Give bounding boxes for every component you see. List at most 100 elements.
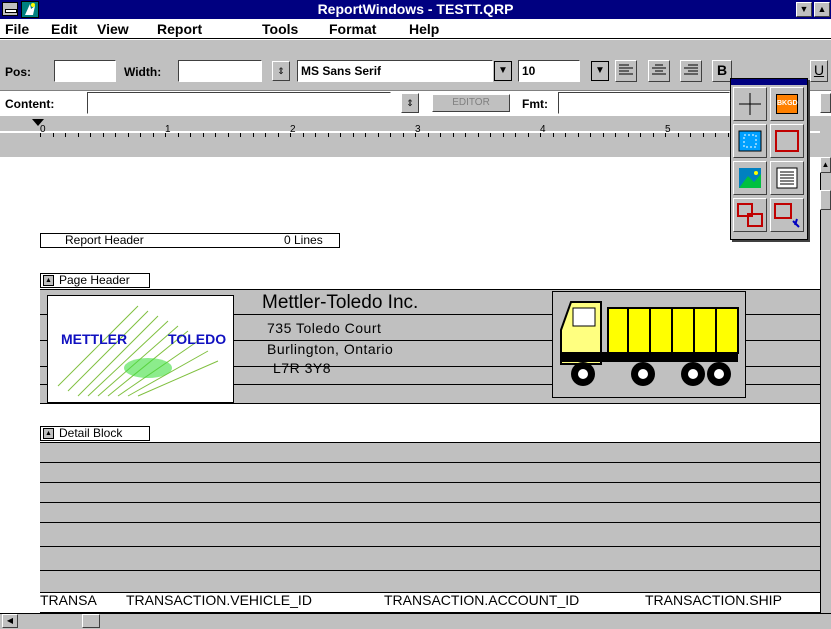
- pos-input[interactable]: [54, 60, 116, 82]
- band-line: [40, 482, 820, 483]
- field-account-id[interactable]: TRANSACTION.ACCOUNT_ID: [384, 592, 636, 611]
- ruler-tick: [703, 133, 704, 137]
- menu-format[interactable]: Format: [329, 19, 376, 39]
- ruler-tick: [240, 133, 241, 137]
- band-line: [40, 546, 820, 547]
- minimize-button[interactable]: ▼: [796, 2, 812, 17]
- palette-title-bar[interactable]: [731, 79, 807, 85]
- ruler-tick: [265, 133, 266, 137]
- ruler-tick: [428, 133, 429, 137]
- logo-text-right: TOLEDO: [168, 331, 227, 347]
- detail-block-tab[interactable]: ▲ Detail Block: [40, 426, 150, 441]
- width-spin-button[interactable]: ⇕: [272, 61, 290, 81]
- ruler-tick: [90, 133, 91, 137]
- field-icon: [738, 130, 762, 152]
- ruler-tick: [490, 133, 491, 137]
- logo-hatch-graphic: [57, 305, 219, 397]
- collapse-arrow-icon[interactable]: ▲: [43, 428, 54, 439]
- menu-help[interactable]: Help: [409, 19, 439, 39]
- hscroll-thumb[interactable]: [82, 614, 100, 628]
- align-left-button[interactable]: [615, 60, 637, 82]
- background-tool-button[interactable]: BKGD: [770, 87, 804, 121]
- ruler-tick: [515, 133, 516, 137]
- detail-band[interactable]: [40, 442, 820, 613]
- horizontal-scrollbar[interactable]: [0, 613, 831, 629]
- align-left-icon: [619, 64, 633, 75]
- report-header-band[interactable]: Report Header 0 Lines: [40, 233, 340, 248]
- font-name-select[interactable]: MS Sans Serif: [297, 60, 493, 82]
- box-icon: [775, 130, 799, 152]
- pos-label: Pos:: [5, 65, 32, 79]
- ruler-tick: [153, 133, 154, 137]
- ruler-tick: [40, 133, 41, 137]
- ruler-tick: [340, 133, 341, 137]
- text-block-tool-button[interactable]: [770, 161, 804, 195]
- ruler-tick: [678, 133, 679, 137]
- align-right-button[interactable]: [680, 60, 702, 82]
- width-input[interactable]: [178, 60, 262, 82]
- detail-block-label: Detail Block: [59, 426, 123, 440]
- ruler-tick: [565, 133, 566, 137]
- company-logo[interactable]: METTLER TOLEDO: [47, 295, 234, 403]
- bold-button[interactable]: B: [712, 60, 732, 82]
- logo-text-left: METTLER: [61, 331, 128, 347]
- address-line-2[interactable]: Burlington, Ontario: [267, 341, 393, 357]
- field-tool-button[interactable]: [733, 124, 767, 158]
- box-tool-button[interactable]: [770, 124, 804, 158]
- sub-report-icon: [774, 203, 800, 228]
- link-tool-button[interactable]: [733, 198, 767, 232]
- vertical-scrollbar[interactable]: [820, 157, 831, 613]
- scroll-thumb[interactable]: [820, 190, 831, 210]
- field-ship[interactable]: TRANSACTION.SHIP: [645, 592, 820, 611]
- fmt-spin-button[interactable]: [820, 93, 831, 113]
- address-line-1[interactable]: 735 Toledo Court: [267, 320, 381, 336]
- ruler-tick: [615, 133, 616, 137]
- editor-button[interactable]: EDITOR: [432, 94, 510, 112]
- menu-tools[interactable]: Tools: [262, 19, 298, 39]
- ruler-tick: [453, 133, 454, 137]
- content-spin-button[interactable]: ⇕: [401, 93, 419, 113]
- ruler-tick: [540, 133, 541, 137]
- maximize-button[interactable]: ▲: [814, 2, 830, 17]
- page-header-tab[interactable]: ▲ Page Header: [40, 273, 150, 288]
- font-size-select[interactable]: 10: [518, 60, 580, 82]
- company-name[interactable]: Mettler-Toledo Inc.: [262, 292, 418, 314]
- truck-picture[interactable]: [552, 291, 746, 398]
- bkgd-icon: BKGD: [776, 94, 798, 114]
- ruler-tick: [715, 133, 716, 137]
- ruler-tick: [203, 133, 204, 137]
- page-header-label: Page Header: [59, 273, 130, 287]
- font-size-dropdown-button[interactable]: ▼: [591, 61, 609, 81]
- picture-tool-button[interactable]: [733, 161, 767, 195]
- collapse-arrow-icon[interactable]: ▲: [43, 275, 54, 286]
- field-vehicle-id[interactable]: TRANSACTION.VEHICLE_ID: [126, 592, 372, 611]
- scroll-up-button[interactable]: ▲: [820, 157, 831, 173]
- ruler-tick: [553, 133, 554, 137]
- crosshair-tool-button[interactable]: [733, 87, 767, 121]
- menu-file[interactable]: File: [5, 19, 29, 39]
- ruler-tick: [390, 133, 391, 137]
- ruler-tick: [103, 133, 104, 137]
- menu-report[interactable]: Report: [157, 19, 202, 39]
- fmt-input[interactable]: [558, 92, 730, 114]
- font-name-dropdown-button[interactable]: ▼: [494, 61, 512, 81]
- band-line: [40, 502, 820, 503]
- field-transa[interactable]: TRANSA: [40, 592, 118, 611]
- report-header-label: Report Header: [65, 233, 144, 247]
- sub-report-tool-button[interactable]: [770, 198, 804, 232]
- ruler-tick: [315, 133, 316, 137]
- menu-view[interactable]: View: [97, 19, 129, 39]
- width-label: Width:: [124, 65, 162, 79]
- align-center-button[interactable]: [648, 60, 670, 82]
- ruler-tick: [403, 133, 404, 137]
- postal-code[interactable]: L7R 3Y8: [273, 360, 331, 376]
- band-line: [40, 462, 820, 463]
- content-input[interactable]: [87, 92, 391, 114]
- scroll-left-button[interactable]: ◀: [2, 614, 18, 628]
- underline-button[interactable]: U: [810, 60, 828, 82]
- ruler-tick: [665, 133, 666, 137]
- content-label: Content:: [5, 97, 55, 111]
- report-windows-app: ReportWindows - TESTT.QRP ▼ ▲ File Edit …: [0, 0, 831, 629]
- menu-edit[interactable]: Edit: [51, 19, 77, 39]
- window-title: ReportWindows - TESTT.QRP: [317, 1, 514, 17]
